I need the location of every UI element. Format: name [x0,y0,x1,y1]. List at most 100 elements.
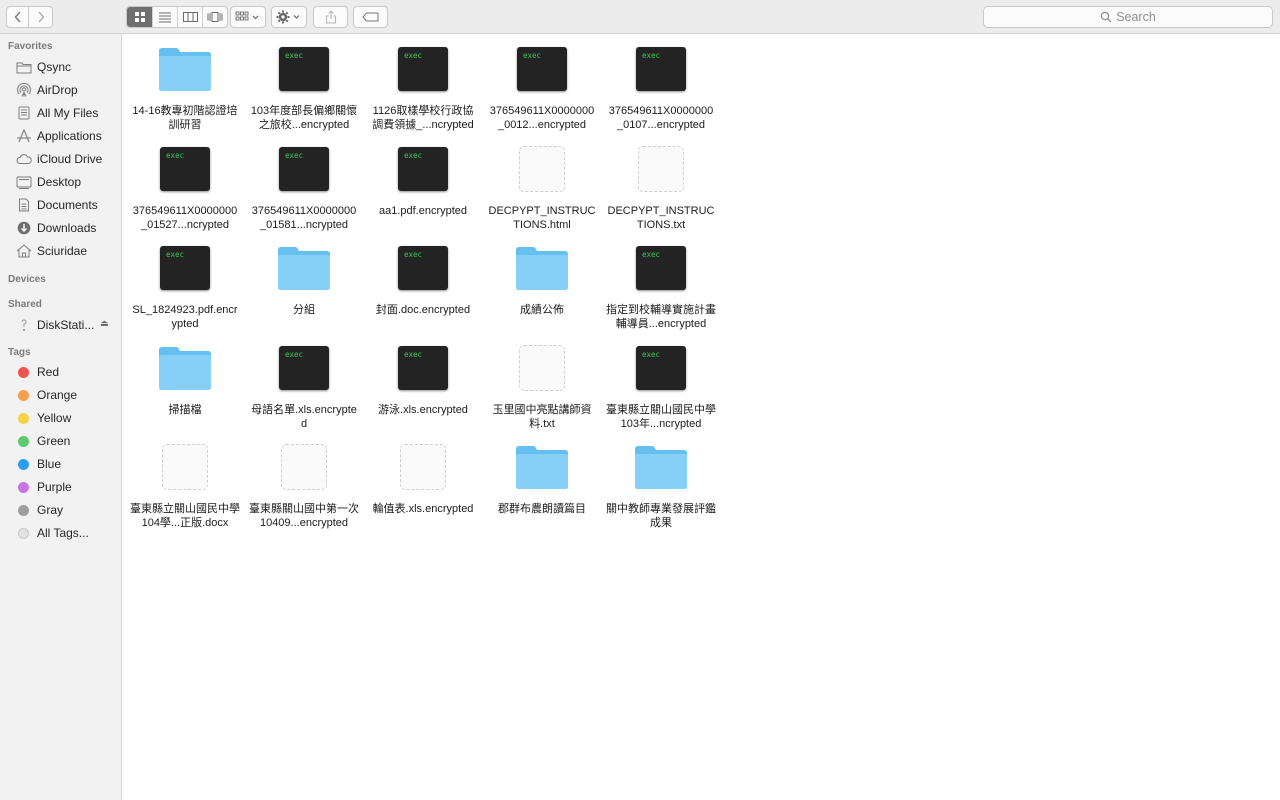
sidebar-tag-yellow[interactable]: Yellow [0,408,121,428]
sidebar-tag-orange[interactable]: Orange [0,385,121,405]
blank-document-icon [515,344,569,391]
list-view-button[interactable] [152,7,177,27]
column-view-button[interactable] [177,7,202,27]
sidebar-item-label: Yellow [37,411,72,425]
share-button[interactable] [313,6,348,28]
cover-flow-view-button[interactable] [202,7,227,27]
red-tag-icon [18,367,29,378]
sidebar-item-label: Sciuridae [37,244,88,258]
file-name: DECPYPT_INSTRUCTIONS.html [488,204,596,231]
view-switcher [126,6,228,28]
share-icon [325,10,336,24]
action-button[interactable] [271,6,307,28]
file-name: 14-16教專初階認證培訓研習 [132,105,238,131]
file-name: 玉里國中亮點講師資料.txt [492,403,592,430]
file-name: 臺東縣立關山國民中學103年...ncrypted [606,403,716,430]
applications-icon [16,129,32,143]
sidebar-item-sciuridae[interactable]: Sciuridae [0,241,121,261]
exec-label: exec [285,51,304,60]
exec-file-icon: exec [634,345,688,391]
back-button[interactable] [6,6,29,28]
exec-file-icon: exec [158,245,212,291]
blank-document-icon [515,145,569,192]
sidebar-tag-purple[interactable]: Purple [0,477,121,497]
file-item[interactable]: 成績公佈 [487,233,597,329]
file-item[interactable]: exec 376549611X0000000_0107...encrypted [606,34,716,131]
blank-document-icon [396,444,450,490]
sidebar-item-icloud-drive[interactable]: iCloud Drive [0,149,121,169]
sidebar-tag-all-tags[interactable]: All Tags... [0,523,121,543]
file-item[interactable]: 輪值表.xls.encrypted [368,432,478,528]
sidebar-item-downloads[interactable]: Downloads [0,218,121,238]
file-item[interactable]: exec aa1.pdf.encrypted [368,134,478,230]
file-name: 臺東縣關山國中第一次10409...encrypted [249,503,359,529]
file-item[interactable]: 關中教師專業發展評鑑成果 [606,432,716,529]
sidebar-item-label: Orange [37,388,78,402]
file-item[interactable]: 14-16教專初階認證培訓研習 [130,34,240,131]
file-item[interactable]: exec 103年度部長偏鄉關懷之旅校...encrypted [249,34,359,131]
file-item[interactable]: 臺東縣關山國中第一次10409...encrypted [249,432,359,529]
all-tags-icon [18,528,29,539]
folder-icon [515,444,569,490]
home-icon [16,244,32,258]
file-item[interactable]: 掃描檔 [130,333,240,429]
columns-icon [182,12,198,22]
file-item[interactable]: exec 1126取樣學校行政協調費領據_...ncrypted [368,34,478,131]
downloads-icon [16,221,32,235]
file-item[interactable]: 分組 [249,233,359,329]
sidebar-item-label: Blue [37,457,62,471]
sidebar-item-qsync[interactable]: Qsync [0,57,121,77]
sidebar-tag-gray[interactable]: Gray [0,500,121,520]
icon-view-button[interactable] [127,7,152,27]
exec-label: exec [523,51,542,60]
file-item[interactable]: exec 376549611X0000000_01527...ncrypted [130,134,240,231]
icon-grid-icon [134,12,145,22]
sidebar-item-desktop[interactable]: Desktop [0,172,121,192]
sidebar-item-diskstation[interactable]: DiskStati... ⏏ [0,315,121,335]
file-name: DECPYPT_INSTRUCTIONS.txt [607,204,715,231]
edit-tags-button[interactable] [353,6,388,28]
file-item[interactable]: exec 母語名單.xls.encrypted [249,333,359,430]
exec-label: exec [404,349,423,359]
sidebar-tag-green[interactable]: Green [0,431,121,451]
file-item[interactable]: 郡群布農朗讀篇目 [487,432,597,528]
sidebar-item-airdrop[interactable]: AirDrop [0,80,121,100]
file-item[interactable]: exec 臺東縣立關山國民中學103年...ncrypted [606,333,716,430]
chevron-left-icon [14,11,21,23]
file-item[interactable]: 玉里國中亮點講師資料.txt [487,333,597,430]
file-item[interactable]: DECPYPT_INSTRUCTIONS.txt [606,134,716,231]
file-item[interactable]: exec 376549611X0000000_01581...ncrypted [249,134,359,231]
desktop-icon [16,175,32,189]
sidebar-item-documents[interactable]: Documents [0,195,121,215]
file-item[interactable]: DECPYPT_INSTRUCTIONS.html [487,134,597,231]
exec-label: exec [404,51,423,60]
file-item[interactable]: exec 指定到校輔導實施計畫輔導員...encrypted [606,233,716,330]
search-placeholder: Search [1116,10,1156,24]
sidebar-item-label: Applications [37,129,102,143]
eject-icon[interactable]: ⏏ [100,318,109,329]
sidebar-item-all-my-files[interactable]: All My Files [0,103,121,123]
file-name: SL_1824923.pdf.encrypted [132,304,238,330]
exec-file-icon: exec [396,46,450,92]
sidebar-tag-red[interactable]: Red [0,362,121,382]
sidebar-item-label: Gray [37,503,64,517]
file-item[interactable]: exec 376549611X0000000_0012...encrypted [487,34,597,131]
file-name: 郡群布農朗讀篇目 [498,503,586,515]
cover-flow-icon [207,12,223,22]
exec-file-icon: exec [277,46,331,92]
arrange-button[interactable] [230,6,266,28]
toolbar: Search [0,0,1280,34]
folder-icon [515,245,569,291]
exec-label: exec [166,250,185,259]
file-item[interactable]: exec SL_1824923.pdf.encrypted [130,233,240,330]
file-item[interactable]: exec 封面.doc.encrypted [368,233,478,329]
exec-label: exec [285,150,304,160]
file-item[interactable]: 臺東縣立關山國民中學104學...正版.docx [130,432,240,529]
forward-button[interactable] [29,6,53,28]
sidebar-item-applications[interactable]: Applications [0,126,121,146]
sidebar-item-label: All Tags... [37,526,89,540]
sidebar-tag-blue[interactable]: Blue [0,454,121,474]
airdrop-icon [16,83,32,97]
search-field[interactable]: Search [983,6,1273,28]
file-item[interactable]: exec 游泳.xls.encrypted [368,333,478,429]
